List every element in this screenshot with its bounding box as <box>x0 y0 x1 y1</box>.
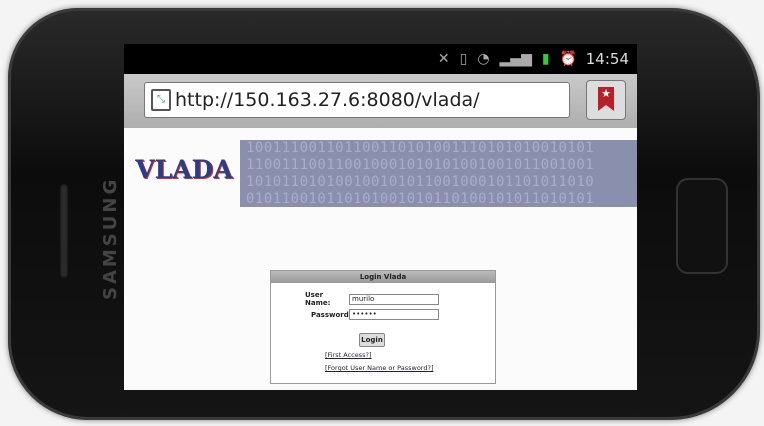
status-icons: ✕ ▯ ◔ ▂▄▆ ▮ ⏰ <box>438 50 577 68</box>
first-access-link[interactable]: [First Access?] <box>325 351 372 359</box>
phone-brand: SAMSUNG <box>100 176 121 300</box>
banner-line: 100111001101100110101001110101010010101 <box>246 140 595 156</box>
phone-speaker <box>60 184 68 278</box>
password-label: Password <box>311 310 349 319</box>
url-text[interactable]: http://150.163.27.6:8080/vlada/ <box>175 89 480 111</box>
star-icon: ★ <box>601 87 611 100</box>
bookmark-button[interactable]: ★ <box>586 80 626 120</box>
password-input[interactable]: •••••• <box>349 309 439 320</box>
username-label: User Name: <box>305 291 331 307</box>
vibrate-icon: ▯ <box>459 51 468 67</box>
wifi-icon: ◔ <box>477 51 490 67</box>
login-form: Login Vlada User Name: murilo Password •… <box>270 270 496 384</box>
page-icon: ⤡ <box>151 89 171 111</box>
home-button[interactable] <box>676 178 728 274</box>
web-content: VLADA 1001110011011001101010011101010100… <box>124 128 637 390</box>
banner-line: 010110010110101001010110100101011010101 <box>246 191 595 207</box>
banner-line: 110011100110010001010101001001011001001 <box>246 157 595 173</box>
signal-icon: ▂▄▆ <box>499 51 532 67</box>
alarm-icon: ⏰ <box>559 51 577 67</box>
vlada-logo[interactable]: VLADA <box>130 142 238 198</box>
login-title: Login Vlada <box>271 271 495 283</box>
binary-banner: 100111001101100110101001110101010010101 … <box>240 140 637 207</box>
banner-line: 101011010100100101011001000101101011010 <box>246 174 595 190</box>
login-button[interactable]: Login <box>359 333 385 347</box>
url-field[interactable]: ⤡ http://150.163.27.6:8080/vlada/ <box>144 82 570 118</box>
phone-screen: ✕ ▯ ◔ ▂▄▆ ▮ ⏰ 14:54 ⤡ http://150.163.27.… <box>124 44 637 390</box>
status-bar: ✕ ▯ ◔ ▂▄▆ ▮ ⏰ 14:54 <box>124 44 637 74</box>
browser-url-bar: ⤡ http://150.163.27.6:8080/vlada/ ★ <box>124 74 637 128</box>
forgot-credentials-link[interactable]: [Forgot User Name or Password?] <box>325 364 433 372</box>
battery-icon: ▮ <box>541 51 550 67</box>
status-time: 14:54 <box>585 50 629 68</box>
mute-icon: ✕ <box>437 51 450 67</box>
username-input[interactable]: murilo <box>349 293 439 305</box>
